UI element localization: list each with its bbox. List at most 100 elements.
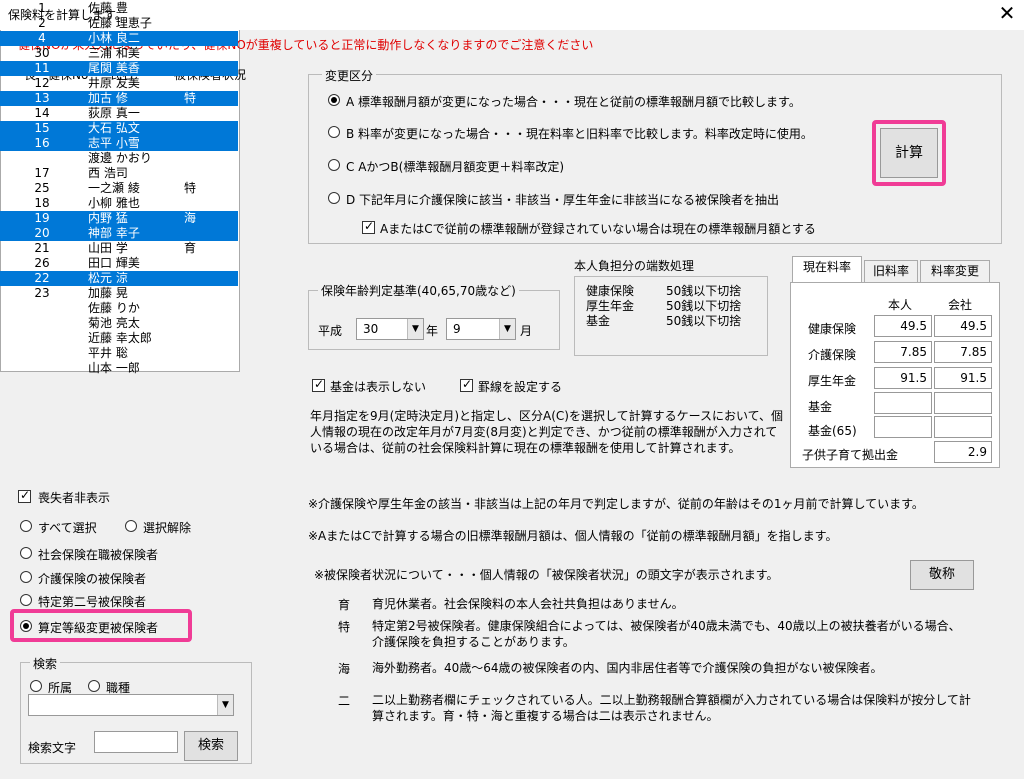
list-item-name: 三浦 和美 <box>88 46 140 60</box>
calculate-button[interactable]: 計算 <box>880 128 938 178</box>
search-button[interactable]: 検索 <box>184 731 238 761</box>
rule-lines-label: 罫線を設定する <box>478 380 563 394</box>
list-item-name: 近藤 幸太郎 <box>88 331 152 345</box>
list-item[interactable]: 12 井原 友美 <box>0 76 238 91</box>
list-item-name: 一之瀬 綾 <box>88 181 140 195</box>
list-item-status: 特 <box>184 181 197 195</box>
list-item[interactable]: 18 小柳 雅也 <box>0 196 238 211</box>
list-item[interactable]: 佐藤 りか <box>0 301 238 316</box>
rate-fund65-self[interactable] <box>874 416 932 438</box>
legend-text-kai: 海外勤務者。40歳～64歳の被保険者の内、国内非居住者等で介護保険の負担がない被… <box>372 661 883 675</box>
option-b-label: B 料率が変更になった場合・・・現在料率と旧料率で比較します。料率改定時に使用。 <box>346 127 813 141</box>
grade-change-radio[interactable] <box>20 620 32 632</box>
tab-old-rate[interactable]: 旧料率 <box>864 260 918 282</box>
employee-listbox[interactable]: 1 佐藤 豊 2 佐藤 理恵子 4 小林 良二 30 三浦 和美 11 尾関 美香 12 井原 友美 1… <box>0 0 240 376</box>
deselect-radio[interactable] <box>125 520 137 532</box>
year-value: 30 <box>363 322 379 336</box>
chevron-down-icon[interactable]: ▼ <box>407 319 423 339</box>
list-item[interactable]: 19 内野 猛 海 <box>0 211 238 226</box>
list-item-name: 大石 弘文 <box>88 121 140 135</box>
month-combo[interactable]: 9 ▼ <box>446 318 516 340</box>
list-item[interactable]: 25 一之瀬 綾 特 <box>0 181 238 196</box>
rate-health-self[interactable]: 49.5 <box>874 315 932 337</box>
list-item[interactable]: 1 佐藤 豊 <box>0 1 238 16</box>
ac-note: ※AまたはCで計算する場合の旧標準報酬月額は、個人情報の「従前の標準報酬月額」を… <box>308 529 838 543</box>
legend-text-ni: 二以上勤務者欄にチェックされている人。二以上勤務報酬合算額欄が入力されている場合… <box>372 693 971 723</box>
rate-pension-self[interactable]: 91.5 <box>874 367 932 389</box>
list-item[interactable]: 菊池 亮太 <box>0 316 238 331</box>
list-item-name: 荻原 真一 <box>88 106 140 120</box>
prev-standard-checkbox[interactable] <box>362 219 375 234</box>
close-icon[interactable]: ✕ <box>992 0 1022 28</box>
rate-fund65-company[interactable] <box>934 416 992 438</box>
year-combo[interactable]: 30 ▼ <box>356 318 424 340</box>
employed-radio[interactable] <box>20 547 32 559</box>
list-item[interactable]: 渡邊 かおり <box>0 151 238 166</box>
rate-label-fund: 基金 <box>808 400 833 414</box>
list-item[interactable]: 平井 聡 <box>0 346 238 361</box>
hide-mourn-checkbox[interactable] <box>18 488 31 503</box>
chevron-down-icon[interactable]: ▼ <box>499 319 515 339</box>
rate-label-pension: 厚生年金 <box>808 374 857 388</box>
era-label: 平成 <box>318 324 343 338</box>
list-item[interactable]: 14 荻原 真一 <box>0 106 238 121</box>
rate-label-health: 健康保険 <box>808 322 857 336</box>
list-item[interactable]: 4 小林 良二 <box>0 31 238 46</box>
rate-pension-company[interactable]: 91.5 <box>934 367 992 389</box>
list-item[interactable]: 山本 一郎 <box>0 361 238 376</box>
list-item[interactable]: 22 松元 涼 <box>0 271 238 286</box>
rate-label-care: 介護保険 <box>808 348 857 362</box>
option-d-radio[interactable] <box>328 192 340 204</box>
job-radio[interactable] <box>88 680 100 692</box>
list-item[interactable]: 近藤 幸太郎 <box>0 331 238 346</box>
change-category-legend: 変更区分 <box>322 67 377 84</box>
rate-care-self[interactable]: 7.85 <box>874 341 932 363</box>
list-item[interactable]: 20 神部 幸子 <box>0 226 238 241</box>
list-item-name: 佐藤 理恵子 <box>88 16 152 30</box>
child-rate-input[interactable]: 2.9 <box>934 441 992 463</box>
rate-fund-company[interactable] <box>934 392 992 414</box>
deselect-label: 選択解除 <box>143 521 192 535</box>
rate-fund-self[interactable] <box>874 392 932 414</box>
list-item[interactable]: 11 尾関 美香 <box>0 61 238 76</box>
search-combo[interactable]: ▼ <box>28 694 234 716</box>
list-item-name: 菊池 亮太 <box>88 316 140 330</box>
list-item-no: 20 <box>34 226 50 240</box>
option-a-radio[interactable] <box>328 94 340 106</box>
chevron-down-icon[interactable]: ▼ <box>217 695 233 715</box>
tab-current-rate[interactable]: 現在料率 <box>792 256 862 283</box>
select-all-radio[interactable] <box>20 520 32 532</box>
rule-lines-checkbox[interactable] <box>460 377 473 392</box>
list-item[interactable]: 23 加藤 晃 <box>0 286 238 301</box>
option-c-radio[interactable] <box>328 159 340 171</box>
rate-health-company[interactable]: 49.5 <box>934 315 992 337</box>
list-item[interactable]: 15 大石 弘文 <box>0 121 238 136</box>
list-item[interactable]: 13 加古 修 特 <box>0 91 238 106</box>
honorific-button[interactable]: 敬称 <box>910 560 974 590</box>
search-text-input[interactable] <box>94 731 178 753</box>
list-item[interactable]: 2 佐藤 理恵子 <box>0 16 238 31</box>
list-item[interactable]: 30 三浦 和美 <box>0 46 238 61</box>
prev-standard-label: AまたはCで従前の標準報酬が登録されていない場合は現在の標準報酬月額とする <box>380 222 816 236</box>
affiliation-radio[interactable] <box>30 680 42 692</box>
month-unit: 月 <box>520 324 533 338</box>
list-item[interactable]: 21 山田 学 育 <box>0 241 238 256</box>
list-item[interactable]: 16 志平 小雪 <box>0 136 238 151</box>
list-item-no: 30 <box>34 46 50 60</box>
col-self: 本人 <box>888 298 913 312</box>
rounding-title: 本人負担分の端数処理 <box>574 259 695 273</box>
list-item[interactable]: 26 田口 輝美 <box>0 256 238 271</box>
list-item-no: 13 <box>34 91 50 105</box>
special2-radio[interactable] <box>20 594 32 606</box>
list-item-no: 15 <box>34 121 50 135</box>
list-item-name: 尾関 美香 <box>88 61 140 75</box>
care-radio[interactable] <box>20 571 32 583</box>
rate-care-company[interactable]: 7.85 <box>934 341 992 363</box>
fund-hide-checkbox[interactable] <box>312 377 325 392</box>
legend-sym-kai: 海 <box>338 662 351 676</box>
option-b-radio[interactable] <box>328 126 340 138</box>
list-item[interactable]: 17 西 浩司 <box>0 166 238 181</box>
tab-rate-change[interactable]: 料率変更 <box>920 260 990 282</box>
option-c-label: C AかつB(標準報酬月額変更＋料率改定) <box>346 160 564 174</box>
fund-hide-label: 基金は表示しない <box>330 380 427 394</box>
